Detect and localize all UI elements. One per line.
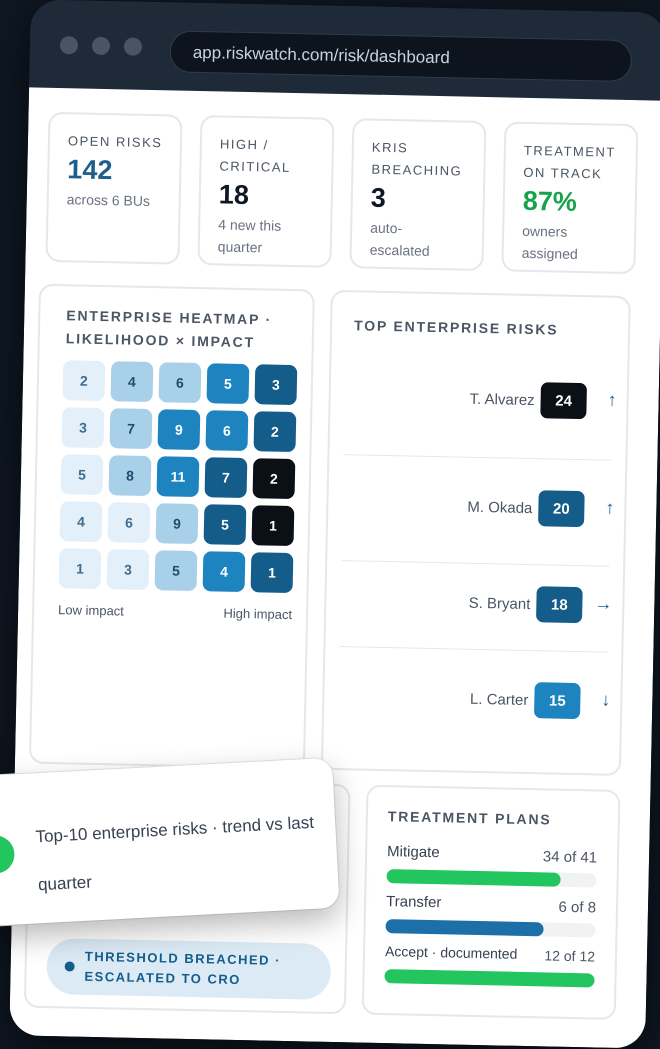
treatment-title: TREATMENT PLANS	[387, 808, 552, 828]
heatmap-low-label: Low impact	[57, 602, 125, 619]
heatmap-cell[interactable]: 3	[106, 549, 150, 591]
top-risks-card: TOP ENTERPRISE RISKS T. Alvarez 24 ↑ M. …	[320, 289, 631, 776]
notification-toast[interactable]: ✓ Top-10 enterprise risks · trend vs las…	[0, 757, 340, 929]
bar-count: 34 of 41	[542, 848, 598, 867]
address-bar[interactable]: app.riskwatch.com/risk/dashboard	[169, 30, 633, 83]
top-risks-title: TOP ENTERPRISE RISKS	[353, 317, 559, 338]
kpi-value: 87%	[522, 185, 578, 217]
heatmap-cell[interactable]: 1	[58, 548, 102, 590]
window-minimize-dot[interactable]	[91, 36, 111, 56]
risk-owner: M. Okada	[467, 498, 533, 518]
progress-fill	[385, 919, 544, 937]
progress-track-mitigate	[386, 869, 597, 888]
trend-flat-icon: →	[594, 593, 613, 614]
heatmap-cell[interactable]: 7	[109, 408, 153, 450]
bar-label: Transfer	[385, 893, 442, 912]
kpi-kris-breaching[interactable]: KRIS BREACHING 3 auto-escalated	[349, 118, 487, 271]
heatmap-cell[interactable]: 1	[250, 552, 294, 594]
kpi-label: HIGH / CRITICAL	[219, 136, 291, 175]
kpi-subtext: across 6 BUs	[66, 191, 151, 209]
threshold-status-pill[interactable]: THRESHOLD BREACHED · ESCALATED TO CRO	[46, 938, 332, 1000]
heatmap-cell[interactable]: 5	[206, 363, 250, 405]
heatmap-cell[interactable]: 6	[107, 502, 151, 544]
kpi-open-risks[interactable]: OPEN RISKS 142 across 6 BUs	[45, 111, 183, 265]
heatmap-cell[interactable]: 5	[154, 550, 198, 592]
window-close-dot[interactable]	[59, 36, 79, 55]
heatmap-cell[interactable]: 3	[61, 407, 105, 449]
heatmap-cell[interactable]: 8	[108, 455, 152, 497]
heatmap-cell[interactable]: 9	[155, 503, 199, 545]
kpi-value: 142	[67, 154, 113, 186]
bar-count: 12 of 12	[544, 947, 596, 965]
trend-up-icon: ↑	[607, 389, 617, 410]
status-pill-text: THRESHOLD BREACHED · ESCALATED TO CRO	[84, 948, 282, 988]
kpi-subtext: 4 new this quarter	[217, 216, 282, 256]
risk-row[interactable]: S. Bryant 18 →	[325, 554, 623, 656]
heatmap-cell[interactable]: 2	[252, 458, 296, 500]
heatmap-cell[interactable]: 11	[156, 456, 200, 498]
kpi-label: KRIS BREACHING	[371, 139, 463, 179]
risk-row[interactable]: T. Alvarez 24 ↑	[330, 350, 628, 452]
heatmap-cell[interactable]: 5	[203, 504, 247, 546]
progress-fill	[384, 969, 595, 988]
risk-score-badge: 18	[535, 586, 583, 624]
risk-score-badge: 20	[537, 490, 585, 528]
kpi-value: 3	[370, 182, 387, 213]
progress-track-transfer	[385, 919, 596, 938]
kpi-subtext: owners assigned	[521, 222, 578, 262]
heatmap-cell[interactable]: 3	[254, 364, 298, 406]
heatmap-cell[interactable]: 5	[60, 454, 104, 496]
heatmap-card: ENTERPRISE HEATMAP · LIKELIHOOD × IMPACT…	[28, 283, 315, 770]
heatmap-cell[interactable]: 4	[110, 361, 154, 403]
risk-score-badge: 24	[540, 382, 588, 420]
check-icon: ✓	[0, 834, 16, 875]
heatmap-cell[interactable]: 1	[251, 505, 295, 547]
risk-score-badge: 15	[533, 682, 581, 720]
heatmap-cell[interactable]: 7	[204, 457, 248, 499]
kpi-treatment-on-track[interactable]: TREATMENT ON TRACK 87% owners assigned	[501, 121, 639, 275]
heatmap-grid: 2 4 6 5 3 3 7 9 6 2 5 8 11 7 2 4 6 9 5 1 1 3 5 4 1	[58, 360, 303, 601]
browser-chrome: app.riskwatch.com/risk/dashboard	[29, 0, 660, 101]
heatmap-cell[interactable]: 4	[59, 501, 103, 543]
progress-track-accept	[384, 969, 595, 988]
status-dot	[64, 961, 75, 972]
risk-owner: S. Bryant	[468, 594, 531, 614]
heatmap-cell[interactable]: 4	[202, 551, 246, 593]
bar-count: 6 of 8	[558, 898, 597, 917]
progress-fill	[386, 869, 562, 887]
bar-label: Mitigate	[386, 843, 440, 862]
heatmap-high-label: High impact	[223, 605, 293, 623]
toast-text: Top-10 enterprise risks · trend vs last …	[35, 812, 315, 895]
trend-down-icon: ↓	[601, 689, 611, 710]
risk-owner: L. Carter	[469, 690, 529, 710]
window-maximize-dot[interactable]	[123, 37, 143, 56]
kpi-label: OPEN RISKS	[67, 133, 163, 151]
kpi-high-critical[interactable]: HIGH / CRITICAL 18 4 new this quarter	[197, 115, 335, 268]
heatmap-cell[interactable]: 6	[205, 410, 249, 452]
heatmap-cell[interactable]: 2	[253, 411, 297, 453]
heatmap-cell[interactable]: 9	[157, 409, 201, 451]
kpi-value: 18	[218, 179, 250, 211]
risk-row[interactable]: L. Carter 15 ↓	[323, 650, 621, 752]
heatmap-cell[interactable]: 2	[62, 360, 106, 402]
risk-row[interactable]: M. Okada 20 ↑	[327, 458, 625, 560]
trend-up-icon: ↑	[605, 497, 615, 518]
heatmap-title: ENTERPRISE HEATMAP · LIKELIHOOD × IMPACT	[65, 307, 273, 351]
kpi-label: TREATMENT ON TRACK	[523, 142, 616, 182]
kpi-subtext: auto-escalated	[369, 219, 430, 259]
heatmap-cell[interactable]: 6	[158, 362, 202, 404]
bar-label: Accept · documented	[384, 943, 518, 962]
risk-owner: T. Alvarez	[469, 390, 535, 410]
treatment-plans-card: TREATMENT PLANS Mitigate 34 of 41 Transf…	[361, 784, 621, 1020]
